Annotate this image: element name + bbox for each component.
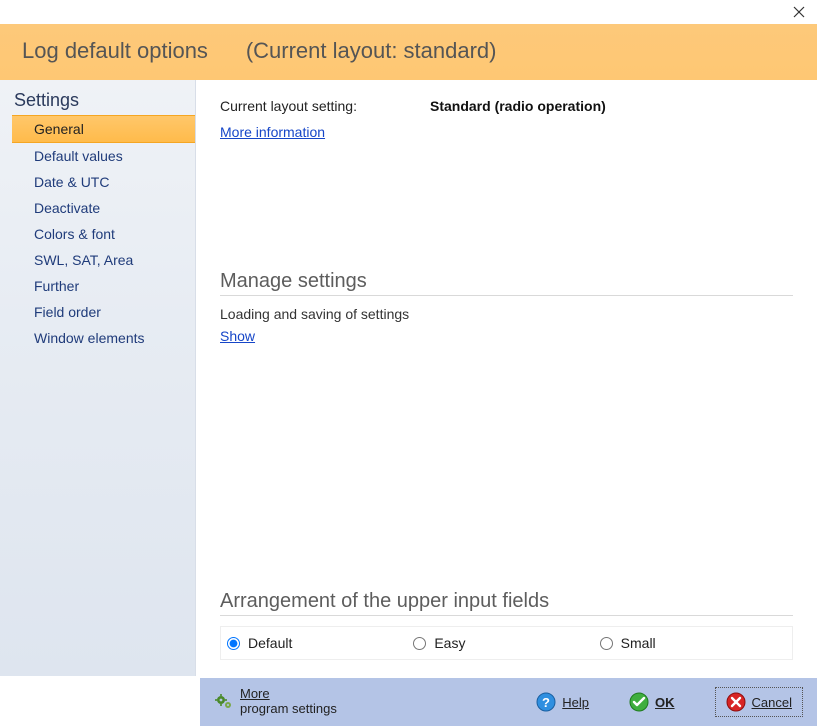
- current-layout-label: Current layout setting:: [220, 98, 430, 114]
- sidebar-item-default-values[interactable]: Default values: [0, 143, 195, 169]
- sidebar-item-label: Deactivate: [34, 200, 100, 216]
- radio-label: Default: [248, 635, 292, 651]
- ok-button[interactable]: OK: [629, 692, 675, 712]
- radio-small[interactable]: Small: [600, 635, 786, 651]
- ok-check-icon: [629, 692, 649, 712]
- cancel-x-icon: [726, 692, 746, 712]
- content-pane: Current layout setting: Standard (radio …: [196, 80, 817, 676]
- sidebar-heading: Settings: [0, 86, 195, 115]
- dialog-footer: More program settings ? Help OK: [200, 678, 817, 726]
- sidebar-item-swl-sat-area[interactable]: SWL, SAT, Area: [0, 247, 195, 273]
- more-label-line1: More: [240, 686, 270, 701]
- sidebar-item-further[interactable]: Further: [0, 273, 195, 299]
- more-program-settings-button[interactable]: More program settings: [214, 687, 337, 717]
- help-button[interactable]: ? Help: [536, 692, 589, 712]
- dialog-title: Log default options: [22, 38, 208, 63]
- more-information-link[interactable]: More information: [220, 124, 325, 140]
- radio-easy[interactable]: Easy: [413, 635, 599, 651]
- sidebar-item-colors-font[interactable]: Colors & font: [0, 221, 195, 247]
- sidebar-item-label: Colors & font: [34, 226, 115, 242]
- sidebar-item-label: Further: [34, 278, 79, 294]
- gears-icon: [214, 692, 234, 712]
- sidebar-item-field-order[interactable]: Field order: [0, 299, 195, 325]
- radio-easy-input[interactable]: [413, 637, 426, 650]
- dialog-subtitle: (Current layout: standard): [246, 38, 497, 63]
- sidebar-item-label: Date & UTC: [34, 174, 109, 190]
- sidebar-item-deactivate[interactable]: Deactivate: [0, 195, 195, 221]
- radio-small-input[interactable]: [600, 637, 613, 650]
- help-label: Help: [562, 695, 589, 710]
- dialog-header: Log default options (Current layout: sta…: [0, 24, 817, 80]
- radio-label: Easy: [434, 635, 465, 651]
- manage-settings-desc: Loading and saving of settings: [220, 306, 793, 322]
- radio-default-input[interactable]: [227, 637, 240, 650]
- ok-label: OK: [655, 695, 675, 710]
- sidebar-item-label: Default values: [34, 148, 123, 164]
- settings-sidebar: Settings General Default values Date & U…: [0, 80, 196, 676]
- sidebar-item-label: Window elements: [34, 330, 145, 346]
- help-icon: ?: [536, 692, 556, 712]
- close-icon: [793, 6, 805, 18]
- current-layout-value: Standard (radio operation): [430, 98, 606, 114]
- show-link[interactable]: Show: [220, 328, 255, 344]
- close-button[interactable]: [787, 3, 811, 21]
- sidebar-item-window-elements[interactable]: Window elements: [0, 325, 195, 351]
- sidebar-item-general[interactable]: General: [12, 115, 195, 143]
- svg-text:?: ?: [542, 695, 550, 710]
- titlebar: [0, 0, 817, 24]
- manage-settings-heading: Manage settings: [220, 270, 793, 296]
- sidebar-item-label: SWL, SAT, Area: [34, 252, 133, 268]
- more-label-line2: program settings: [240, 702, 337, 717]
- arrangement-heading: Arrangement of the upper input fields: [220, 590, 793, 616]
- sidebar-item-date-utc[interactable]: Date & UTC: [0, 169, 195, 195]
- cancel-label: Cancel: [752, 695, 792, 710]
- radio-default[interactable]: Default: [227, 635, 413, 651]
- cancel-button[interactable]: Cancel: [715, 687, 803, 717]
- sidebar-item-label: Field order: [34, 304, 101, 320]
- radio-label: Small: [621, 635, 656, 651]
- sidebar-item-label: General: [34, 121, 84, 137]
- arrangement-radio-group: Default Easy Small: [220, 626, 793, 660]
